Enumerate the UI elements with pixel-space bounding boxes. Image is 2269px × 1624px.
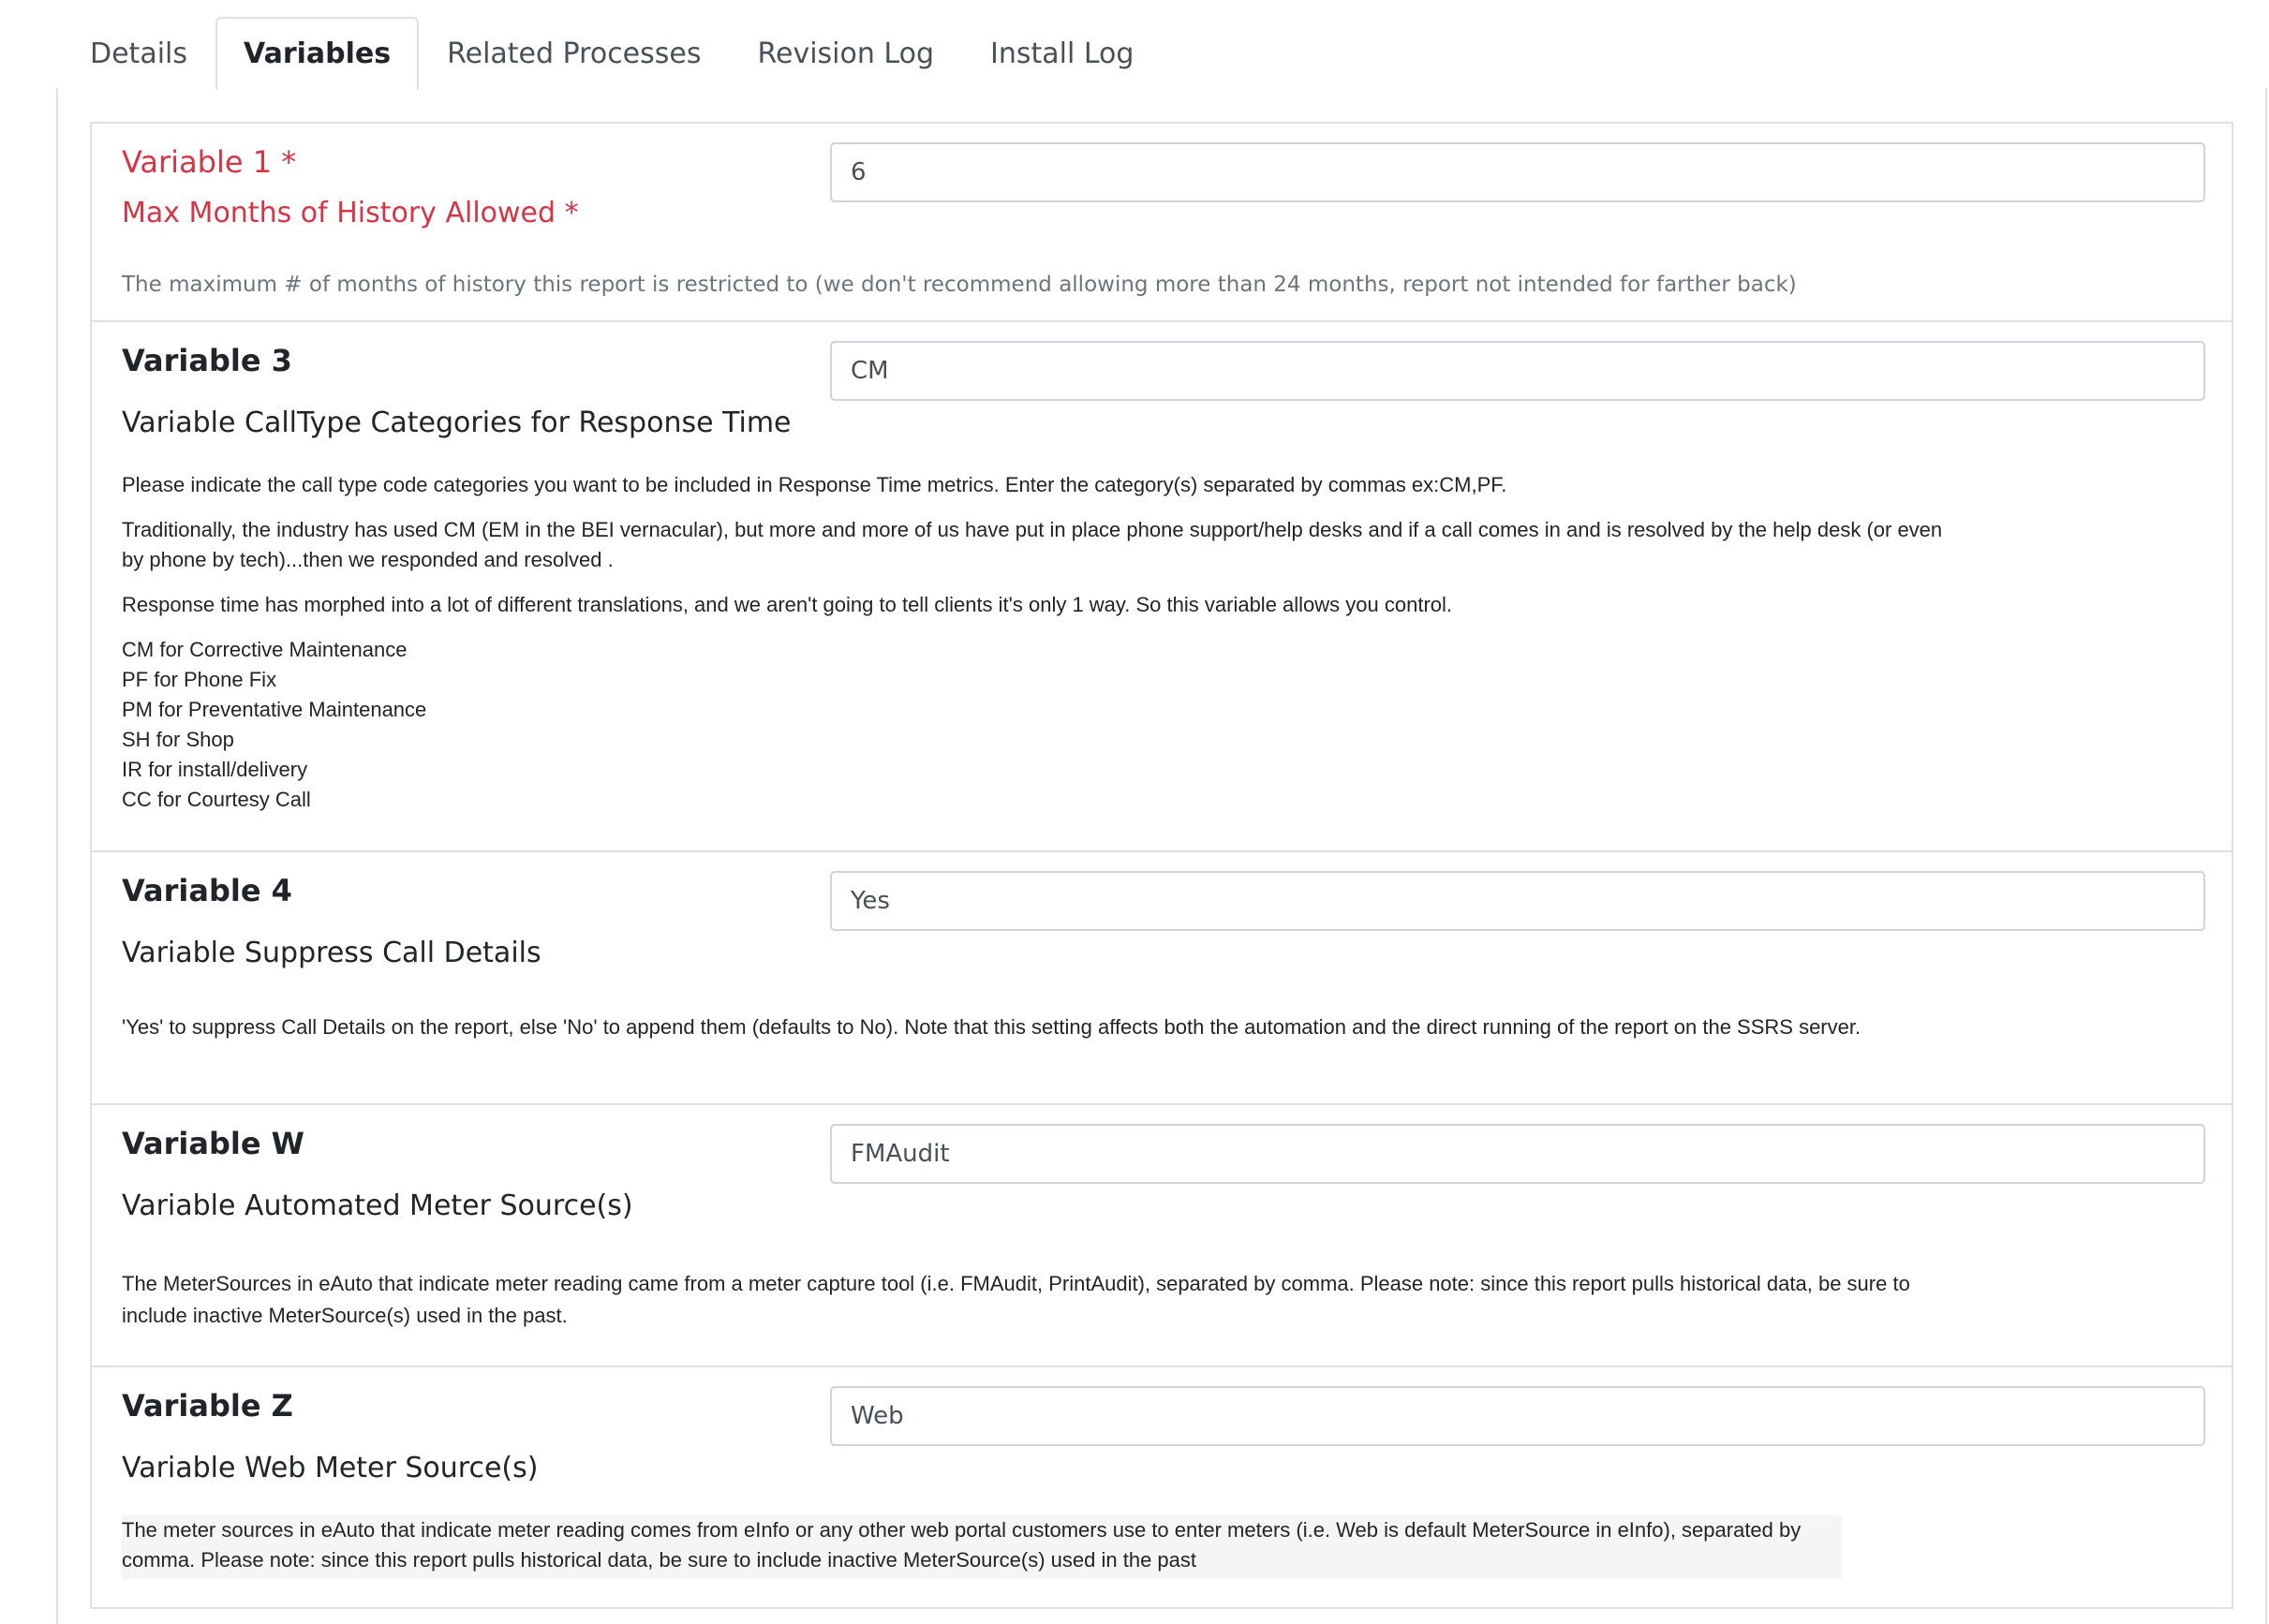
variable-w-input[interactable] — [830, 1124, 2205, 1184]
list-item: CM for Corrective Maintenance — [122, 638, 408, 661]
variable-z-title: Variable Z — [122, 1388, 293, 1424]
variable-1-title: Variable 1 * — [122, 144, 297, 180]
list-item: PM for Preventative Maintenance — [122, 698, 427, 721]
variable-4-block: Variable 4 Variable Suppress Call Detail… — [90, 850, 2233, 1105]
variable-1-input[interactable] — [830, 142, 2205, 202]
variable-3-input[interactable] — [830, 341, 2205, 401]
variable-w-subtitle: Variable Automated Meter Source(s) — [122, 1189, 633, 1222]
list-item: IR for install/delivery — [122, 758, 308, 781]
variable-3-help-paragraph: Traditionally, the industry has used CM … — [122, 518, 1943, 571]
variable-w-help: The MeterSources in eAuto that indicate … — [122, 1272, 1910, 1327]
list-item: CC for Courtesy Call — [122, 788, 311, 811]
variable-3-block: Variable 3 Variable CallType Categories … — [90, 320, 2233, 852]
variable-4-input[interactable] — [830, 871, 2205, 931]
calltype-code-list: CM for Corrective Maintenance PF for Pho… — [122, 635, 1949, 815]
variable-3-title: Variable 3 — [122, 343, 292, 378]
variable-1-block: Variable 1 * Max Months of History Allow… — [90, 122, 2233, 322]
variable-3-help: Please indicate the call type code categ… — [122, 470, 1949, 815]
variable-w-title: Variable W — [122, 1126, 304, 1161]
tab-variables[interactable]: Variables — [215, 17, 420, 90]
variable-4-subtitle: Variable Suppress Call Details — [122, 937, 541, 969]
variable-3-help-paragraph: Response time has morphed into a lot of … — [122, 593, 1453, 616]
variable-4-help: 'Yes' to suppress Call Details on the re… — [122, 1015, 1861, 1039]
tab-details[interactable]: Details — [62, 17, 215, 88]
variable-1-subtitle: Max Months of History Allowed * — [122, 197, 579, 229]
tab-bar: Details Variables Related Processes Revi… — [62, 17, 1162, 90]
list-item: PF for Phone Fix — [122, 668, 277, 691]
variable-4-title: Variable 4 — [122, 873, 292, 908]
variable-3-subtitle: Variable CallType Categories for Respons… — [122, 406, 792, 439]
tab-revision-log[interactable]: Revision Log — [730, 17, 963, 88]
tab-install-log[interactable]: Install Log — [962, 17, 1162, 88]
variable-z-subtitle: Variable Web Meter Source(s) — [122, 1452, 539, 1484]
variable-3-help-paragraph: Please indicate the call type code categ… — [122, 473, 1507, 496]
variable-1-help: The maximum # of months of history this … — [122, 273, 1797, 297]
variable-z-block: Variable Z Variable Web Meter Source(s) … — [90, 1366, 2233, 1609]
variable-z-help: The meter sources in eAuto that indicate… — [122, 1515, 1842, 1579]
variable-w-block: Variable W Variable Automated Meter Sour… — [90, 1103, 2233, 1367]
variable-z-input[interactable] — [830, 1386, 2205, 1446]
list-item: SH for Shop — [122, 728, 234, 751]
tab-related-processes[interactable]: Related Processes — [419, 17, 729, 88]
